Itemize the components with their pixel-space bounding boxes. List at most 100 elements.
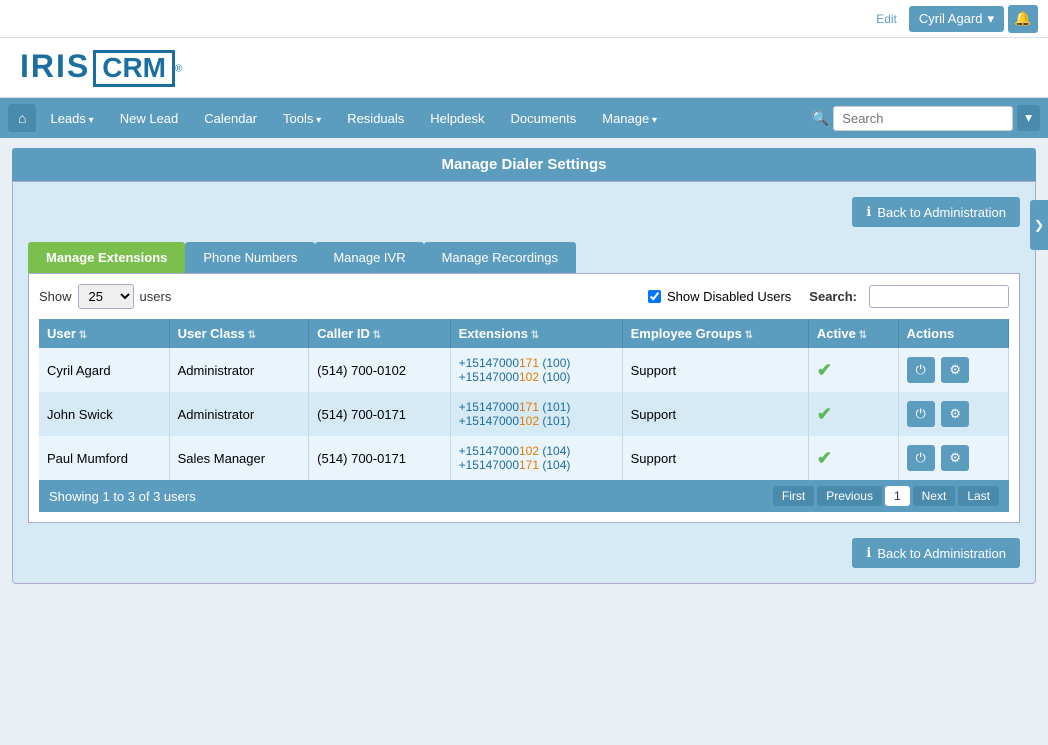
cell-user-class: Administrator xyxy=(169,392,309,436)
users-label: users xyxy=(140,289,172,304)
power-button-2[interactable]: ⏻ xyxy=(907,401,935,427)
power-button-1[interactable]: ⏻ xyxy=(907,357,935,383)
tab-manage-ivr[interactable]: Manage IVR xyxy=(315,242,423,273)
back-to-admin-bottom-label: Back to Administration xyxy=(877,546,1006,561)
logo-crm: CRM xyxy=(93,50,175,87)
nav-manage[interactable]: Manage xyxy=(590,105,669,132)
cell-extensions: +15147000171 (100) +15147000102 (100) xyxy=(450,348,622,392)
cell-caller-id: (514) 700-0171 xyxy=(309,436,450,480)
active-checkmark: ✔ xyxy=(817,448,832,468)
col-extensions[interactable]: Extensions xyxy=(450,319,622,348)
col-caller-id[interactable]: Caller ID xyxy=(309,319,450,348)
cell-caller-id: (514) 700-0102 xyxy=(309,348,450,392)
ext-line-1: +15147000102 (104) xyxy=(459,444,614,458)
col-active[interactable]: Active xyxy=(808,319,898,348)
pagination-row: Showing 1 to 3 of 3 users First Previous… xyxy=(39,480,1009,512)
ext-line-2: +15147000171 (104) xyxy=(459,458,614,472)
table-row: Paul Mumford Sales Manager (514) 700-017… xyxy=(39,436,1009,480)
search-area: 🔍 ▾ xyxy=(812,105,1040,131)
col-user-class[interactable]: User Class xyxy=(169,319,309,348)
back-icon-bottom: ℹ xyxy=(866,545,871,561)
cell-actions: ⏻ ⚙ xyxy=(898,348,1008,392)
back-icon-top: ℹ xyxy=(866,204,871,220)
col-user[interactable]: User xyxy=(39,319,169,348)
cell-extensions: +15147000102 (104) +15147000171 (104) xyxy=(450,436,622,480)
show-label: Show xyxy=(39,289,72,304)
tab-phone-numbers[interactable]: Phone Numbers xyxy=(185,242,315,273)
show-disabled-area: Show Disabled Users Search: xyxy=(648,285,1009,308)
page-last-button[interactable]: Last xyxy=(958,486,999,506)
settings-button-3[interactable]: ⚙ xyxy=(941,445,969,471)
active-checkmark: ✔ xyxy=(817,404,832,424)
edit-link[interactable]: Edit xyxy=(876,12,897,26)
collapse-handle[interactable]: ❯ xyxy=(1030,200,1048,250)
showing-text: Showing 1 to 3 of 3 users xyxy=(49,489,196,504)
cell-employee-groups: Support xyxy=(622,392,808,436)
col-employee-groups[interactable]: Employee Groups xyxy=(622,319,808,348)
settings-button-2[interactable]: ⚙ xyxy=(941,401,969,427)
page-header: Manage Dialer Settings xyxy=(12,148,1036,181)
table-row: John Swick Administrator (514) 700-0171 … xyxy=(39,392,1009,436)
ext-line-2: +15147000102 (100) xyxy=(459,370,614,384)
nav-new-lead[interactable]: New Lead xyxy=(108,105,191,132)
tab-manage-extensions[interactable]: Manage Extensions xyxy=(28,242,185,273)
nav-leads[interactable]: Leads xyxy=(38,105,105,132)
col-actions: Actions xyxy=(898,319,1008,348)
back-to-admin-bottom-button[interactable]: ℹ Back to Administration xyxy=(852,538,1020,568)
power-button-3[interactable]: ⏻ xyxy=(907,445,935,471)
cell-user: John Swick xyxy=(39,392,169,436)
data-table: User User Class Caller ID Extensions Emp… xyxy=(39,319,1009,480)
cell-extensions: +15147000171 (101) +15147000102 (101) xyxy=(450,392,622,436)
bell-icon: 🔔 xyxy=(1014,10,1031,26)
nav-helpdesk[interactable]: Helpdesk xyxy=(418,105,496,132)
cell-active: ✔ xyxy=(808,348,898,392)
nav-bar: ⌂ Leads New Lead Calendar Tools Residual… xyxy=(0,98,1048,138)
show-disabled-checkbox[interactable] xyxy=(648,290,661,303)
user-menu-button[interactable]: Cyril Agard ▾ xyxy=(909,6,1004,32)
show-disabled-label[interactable]: Show Disabled Users xyxy=(667,289,791,304)
cell-active: ✔ xyxy=(808,436,898,480)
cell-user-class: Administrator xyxy=(169,348,309,392)
page-next-button[interactable]: Next xyxy=(913,486,956,506)
ext-line-1: +15147000171 (100) xyxy=(459,356,614,370)
pagination-controls: First Previous 1 Next Last xyxy=(770,486,999,506)
back-to-admin-top-button[interactable]: ℹ Back to Administration xyxy=(852,197,1020,227)
nav-residuals[interactable]: Residuals xyxy=(335,105,416,132)
cell-caller-id: (514) 700-0171 xyxy=(309,392,450,436)
logo-iris: IRIS xyxy=(20,48,90,84)
nav-documents[interactable]: Documents xyxy=(498,105,588,132)
nav-tools[interactable]: Tools xyxy=(271,105,333,132)
home-button[interactable]: ⌂ xyxy=(8,104,36,132)
collapse-icon: ❯ xyxy=(1034,218,1044,232)
user-name-label: Cyril Agard xyxy=(919,11,983,26)
nav-calendar[interactable]: Calendar xyxy=(192,105,269,132)
tab-manage-recordings[interactable]: Manage Recordings xyxy=(424,242,576,273)
table-container: Show 10 25 50 100 users Show Disabled Us… xyxy=(28,273,1020,523)
main-panel: ℹ Back to Administration Manage Extensio… xyxy=(12,181,1036,584)
logo-trademark: ® xyxy=(175,64,182,75)
search-input[interactable] xyxy=(833,106,1013,131)
notifications-button[interactable]: 🔔 xyxy=(1008,5,1038,33)
table-search-input[interactable] xyxy=(869,285,1009,308)
cell-employee-groups: Support xyxy=(622,436,808,480)
cell-user-class: Sales Manager xyxy=(169,436,309,480)
cell-actions: ⏻ ⚙ xyxy=(898,436,1008,480)
settings-button-1[interactable]: ⚙ xyxy=(941,357,969,383)
page-number-1[interactable]: 1 xyxy=(885,486,910,506)
table-search-label: Search: xyxy=(809,289,857,304)
page-previous-button[interactable]: Previous xyxy=(817,486,882,506)
back-bottom-row: ℹ Back to Administration xyxy=(28,538,1020,568)
user-dropdown-arrow: ▾ xyxy=(987,11,994,27)
show-select[interactable]: 10 25 50 100 xyxy=(78,284,134,309)
table-header-row: User User Class Caller ID Extensions Emp… xyxy=(39,319,1009,348)
back-to-admin-top-label: Back to Administration xyxy=(877,205,1006,220)
table-body: Cyril Agard Administrator (514) 700-0102… xyxy=(39,348,1009,480)
ext-line-2: +15147000102 (101) xyxy=(459,414,614,428)
search-icon: 🔍 xyxy=(812,110,829,127)
controls-row: Show 10 25 50 100 users Show Disabled Us… xyxy=(39,284,1009,309)
search-dropdown-button[interactable]: ▾ xyxy=(1017,105,1040,131)
cell-actions: ⏻ ⚙ xyxy=(898,392,1008,436)
logo-bar: IRISCRM® xyxy=(0,38,1048,98)
page-first-button[interactable]: First xyxy=(773,486,814,506)
active-checkmark: ✔ xyxy=(817,360,832,380)
